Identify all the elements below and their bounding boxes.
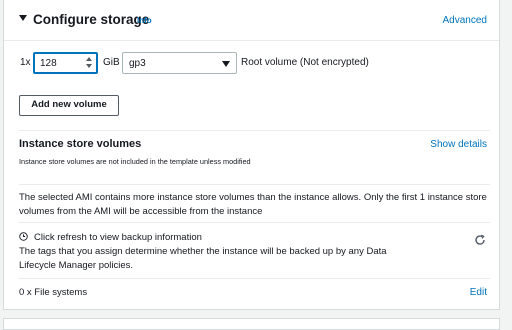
instance-store-warning: The selected AMI contains more instance … bbox=[19, 192, 487, 217]
chevron-down-icon bbox=[222, 61, 230, 67]
next-section-panel bbox=[3, 318, 500, 330]
file-systems-label: 0 x File systems bbox=[19, 287, 88, 298]
info-link[interactable]: Info bbox=[137, 16, 152, 25]
refresh-icon[interactable] bbox=[474, 234, 486, 246]
add-new-volume-button[interactable]: Add new volume bbox=[19, 95, 119, 116]
root-volume-label: Root volume (Not encrypted) bbox=[241, 57, 369, 68]
divider bbox=[19, 278, 490, 279]
configure-storage-panel: Configure storage Info Advanced 1x 128 G… bbox=[3, 0, 500, 310]
size-unit: GiB bbox=[103, 57, 120, 68]
volume-type-value: gp3 bbox=[129, 58, 146, 69]
edit-file-systems-link[interactable]: Edit bbox=[470, 287, 487, 298]
advanced-link[interactable]: Advanced bbox=[443, 15, 487, 26]
clock-icon bbox=[19, 232, 28, 241]
collapse-caret-icon[interactable] bbox=[19, 15, 27, 21]
stepper-icon[interactable] bbox=[86, 57, 92, 69]
divider bbox=[19, 130, 490, 131]
instance-store-title: Instance store volumes bbox=[19, 138, 142, 150]
volume-size-value: 128 bbox=[40, 58, 57, 69]
show-details-link[interactable]: Show details bbox=[430, 139, 487, 150]
divider bbox=[19, 222, 490, 223]
instance-store-subtitle: Instance store volumes are not included … bbox=[19, 157, 251, 166]
backup-info-description: The tags that you assign determine wheth… bbox=[19, 246, 387, 271]
section-header: Configure storage Info Advanced bbox=[4, 0, 499, 41]
section-title: Configure storage bbox=[33, 12, 150, 27]
volume-size-input[interactable]: 128 bbox=[33, 52, 98, 74]
divider bbox=[19, 184, 490, 185]
root-volume-row: 1x 128 GiB gp3 Root volume (Not encrypte… bbox=[4, 52, 499, 74]
volume-quantity: 1x bbox=[20, 57, 31, 68]
backup-info-title: Click refresh to view backup information bbox=[34, 232, 202, 243]
volume-type-select[interactable]: gp3 bbox=[122, 52, 237, 74]
